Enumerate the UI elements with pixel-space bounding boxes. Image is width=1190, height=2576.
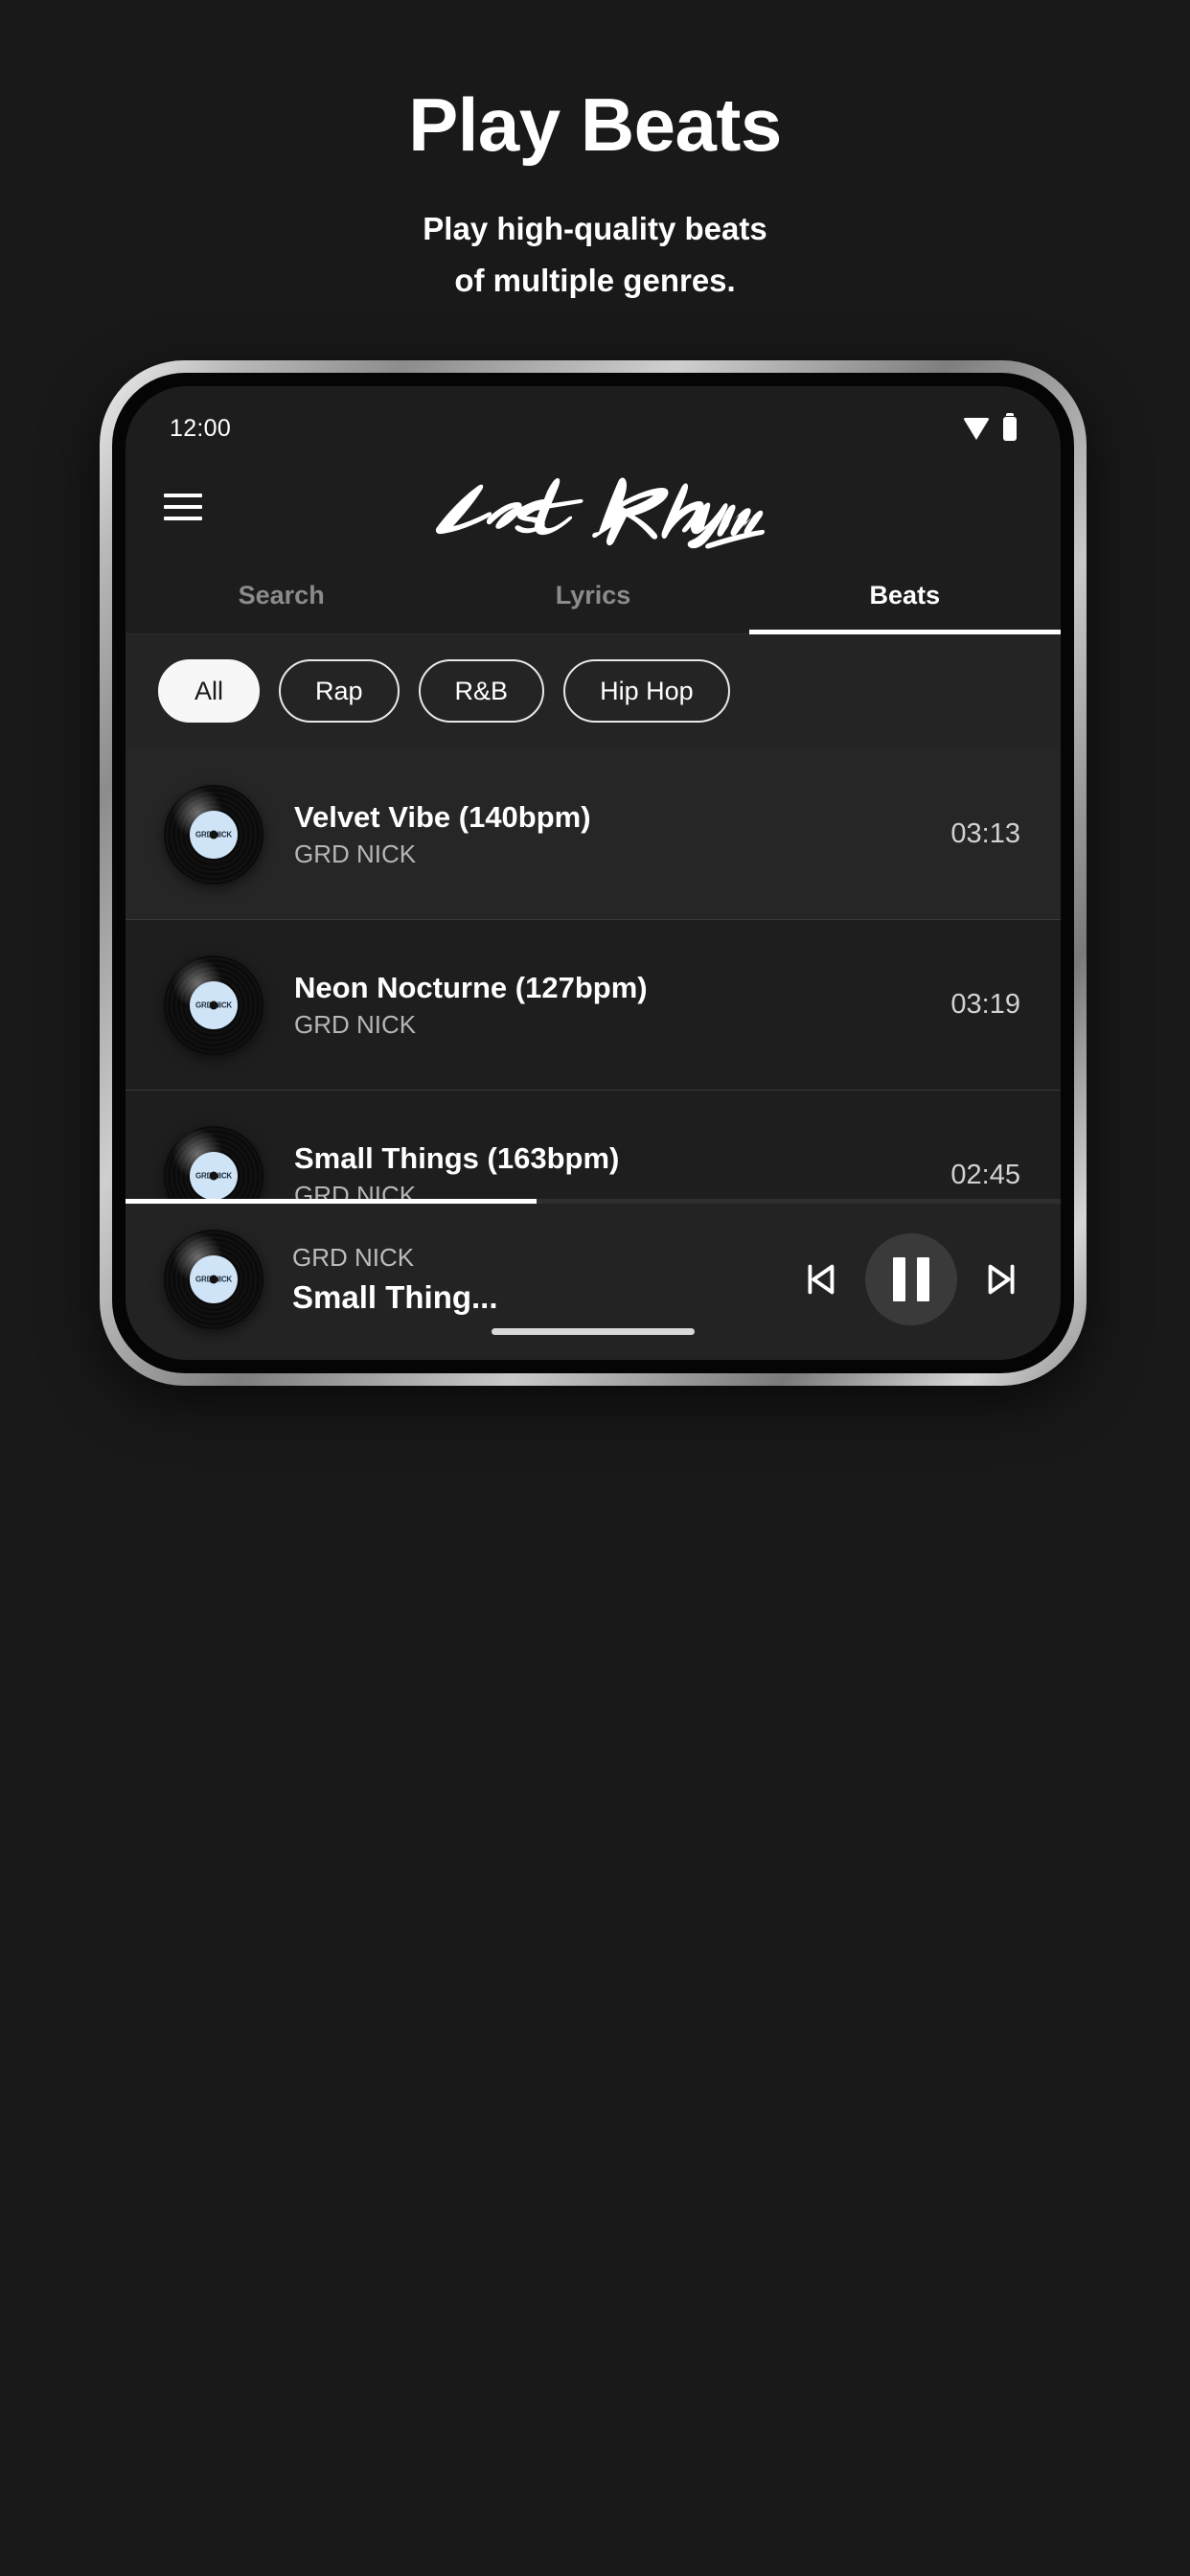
- table-row[interactable]: GRD NICK Neon Nocturne (127bpm) GRD NICK…: [126, 920, 1061, 1091]
- playback-progress-bar[interactable]: [126, 1199, 1061, 1204]
- tab-search-label: Search: [238, 580, 325, 610]
- status-bar: 12:00: [126, 386, 1061, 457]
- now-playing-artist: GRD NICK: [292, 1242, 415, 1272]
- genre-chip-rap[interactable]: Rap: [279, 659, 400, 723]
- hamburger-menu-icon[interactable]: [164, 494, 202, 520]
- skip-previous-icon[interactable]: [794, 1254, 844, 1304]
- pause-glyph: [893, 1257, 929, 1301]
- pause-bar: [917, 1257, 929, 1301]
- vinyl-label-text: GRD NICK: [195, 1000, 232, 1009]
- track-duration: 02:45: [950, 1160, 1020, 1190]
- track-duration: 03:13: [950, 818, 1020, 849]
- status-bar-clock: 12:00: [170, 414, 232, 442]
- now-playing-meta: GRD NICK Small Thing...: [263, 1243, 794, 1317]
- track-meta: Small Things (163bpm) GRD NICK: [263, 1140, 933, 1199]
- pause-bar: [893, 1257, 905, 1301]
- page-title: Play Beats: [408, 82, 782, 167]
- beats-track-list: GRD NICK Velvet Vibe (140bpm) GRD NICK 0…: [126, 749, 1061, 1199]
- promo-subtitle-line-2: of multiple genres.: [454, 262, 736, 298]
- tab-beats-label: Beats: [869, 580, 941, 610]
- genre-chip-all-label: All: [195, 676, 224, 705]
- track-artist: GRD NICK: [294, 840, 417, 868]
- tab-bar: Search Lyrics Beats: [126, 557, 1061, 634]
- app-bar: [126, 457, 1061, 557]
- genre-chip-rnb-label: R&B: [454, 676, 509, 705]
- track-title: Velvet Vibe (140bpm): [294, 799, 591, 834]
- table-row[interactable]: GRD NICK Velvet Vibe (140bpm) GRD NICK 0…: [126, 749, 1061, 920]
- hamburger-line: [164, 517, 202, 520]
- brand-logo: [126, 463, 1061, 551]
- genre-chip-all[interactable]: All: [158, 659, 261, 723]
- hamburger-line: [164, 494, 202, 497]
- track-title: Neon Nocturne (127bpm): [294, 970, 648, 1004]
- phone-mockup: 12:00 Search Lyrics Beats All Rap R&B Hi…: [100, 360, 1087, 1386]
- transport-controls: [794, 1233, 1028, 1325]
- mini-player: GRD NICK GRD NICK Small Thing...: [126, 1199, 1061, 1360]
- tab-search[interactable]: Search: [126, 557, 437, 633]
- tab-lyrics[interactable]: Lyrics: [437, 557, 748, 633]
- track-meta: Velvet Vibe (140bpm) GRD NICK: [263, 799, 933, 869]
- genre-chip-rnb[interactable]: R&B: [418, 659, 545, 723]
- track-meta: Neon Nocturne (127bpm) GRD NICK: [263, 970, 933, 1040]
- vinyl-label-text: GRD NICK: [195, 1275, 232, 1284]
- table-row[interactable]: GRD NICK Small Things (163bpm) GRD NICK …: [126, 1091, 1061, 1199]
- genre-filter-row: All Rap R&B Hip Hop: [126, 634, 1061, 749]
- tab-lyrics-label: Lyrics: [555, 580, 631, 610]
- phone-bezel: 12:00 Search Lyrics Beats All Rap R&B Hi…: [112, 373, 1074, 1373]
- track-title: Small Things (163bpm): [294, 1140, 620, 1175]
- vinyl-record-icon: GRD NICK: [164, 954, 263, 1055]
- vinyl-record-icon: GRD NICK: [164, 1125, 263, 1199]
- tab-beats[interactable]: Beats: [748, 557, 1061, 634]
- home-indicator: [492, 1328, 695, 1335]
- wifi-icon: [963, 417, 990, 440]
- track-artist: GRD NICK: [294, 1010, 417, 1039]
- vinyl-record-icon: GRD NICK: [164, 1230, 263, 1329]
- playback-progress-fill: [126, 1199, 538, 1204]
- pause-icon[interactable]: [865, 1233, 957, 1325]
- promo-subtitle: Play high-quality beats of multiple genr…: [0, 165, 1190, 306]
- track-artist: GRD NICK: [294, 1181, 417, 1199]
- phone-screen: 12:00 Search Lyrics Beats All Rap R&B Hi…: [126, 386, 1061, 1360]
- now-playing-title: Small Thing...: [292, 1278, 498, 1315]
- hamburger-line: [164, 505, 202, 509]
- genre-chip-rap-label: Rap: [315, 676, 363, 705]
- skip-next-icon[interactable]: [978, 1254, 1028, 1304]
- track-duration: 03:19: [950, 989, 1020, 1020]
- genre-chip-hip-hop-label: Hip Hop: [600, 676, 694, 705]
- vinyl-label-text: GRD NICK: [195, 830, 232, 839]
- promo-subtitle-line-1: Play high-quality beats: [423, 211, 767, 247]
- genre-chip-hip-hop[interactable]: Hip Hop: [563, 659, 730, 723]
- battery-icon: [1003, 412, 1017, 441]
- promo-header: Play Beats Play high-quality beats of mu…: [0, 0, 1190, 306]
- vinyl-label-text: GRD NICK: [195, 1171, 232, 1180]
- vinyl-record-icon: GRD NICK: [164, 784, 263, 885]
- status-bar-icons: [963, 412, 1017, 441]
